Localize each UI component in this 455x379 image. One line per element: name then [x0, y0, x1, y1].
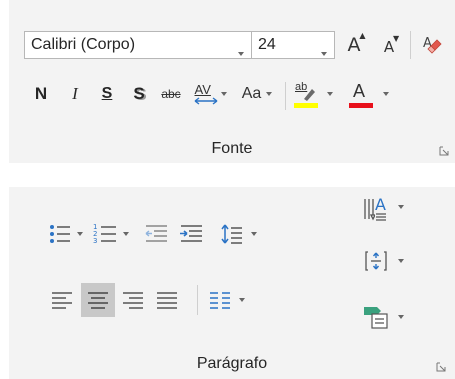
justify-button[interactable]: [152, 285, 182, 315]
text-direction-dropdown[interactable]: [394, 197, 408, 217]
text-shadow-button[interactable]: S: [126, 80, 152, 108]
highlight-color-dropdown[interactable]: [323, 80, 337, 108]
separator: [285, 82, 286, 110]
dialog-launcher-icon[interactable]: [436, 362, 446, 372]
bullets-dropdown[interactable]: [73, 220, 87, 248]
font-size-combobox[interactable]: 24: [251, 31, 335, 59]
font-group-label: Fonte: [211, 140, 253, 157]
numbered-list-icon: 1 2 3: [93, 223, 116, 245]
eraser-icon: A: [423, 36, 442, 54]
text-direction-button[interactable]: A: [361, 193, 391, 225]
shrink-font-button[interactable]: A ▼: [374, 30, 404, 60]
underline-icon: S: [101, 85, 113, 102]
dialog-launcher-icon[interactable]: [439, 146, 449, 156]
font-size-value: 24: [258, 36, 276, 53]
font-name-combobox[interactable]: Calibri (Corpo): [24, 31, 252, 59]
font-color-icon: A: [348, 81, 374, 109]
align-text-dropdown[interactable]: [394, 251, 408, 271]
highlighter-icon: ab: [293, 81, 319, 109]
columns-button[interactable]: [205, 285, 235, 315]
grow-font-icon: A ▲: [347, 31, 366, 56]
align-right-button[interactable]: [118, 285, 148, 315]
columns-icon: [210, 292, 230, 309]
shadow-icon: S: [133, 84, 145, 103]
font-color-button[interactable]: A: [345, 78, 377, 112]
line-spacing-button[interactable]: [217, 220, 247, 248]
numbering-dropdown[interactable]: [119, 220, 133, 248]
change-case-icon: Aa: [241, 85, 262, 102]
strikethrough-button[interactable]: abc: [155, 80, 187, 108]
line-spacing-dropdown[interactable]: [247, 220, 261, 248]
font-color-dropdown[interactable]: [379, 80, 393, 108]
line-spacing-icon: [221, 224, 242, 244]
paragraph-group: 1 2 3 A Parágrafo: [9, 187, 455, 379]
italic-button[interactable]: I: [63, 80, 87, 108]
smartart-dropdown[interactable]: [394, 307, 408, 327]
justify-icon: [157, 292, 177, 309]
strikethrough-icon: abc: [161, 87, 181, 101]
align-left-button[interactable]: [47, 285, 77, 315]
character-spacing-icon: AV: [194, 82, 218, 105]
character-spacing-button[interactable]: AV: [189, 80, 231, 108]
align-right-icon: [123, 292, 143, 309]
font-group: Calibri (Corpo) 24 A ▲ A ▼ A N I S S abc…: [9, 0, 455, 163]
bold-button[interactable]: N: [29, 80, 53, 108]
bullets-button[interactable]: [47, 220, 73, 248]
increase-indent-button[interactable]: [176, 220, 206, 248]
separator: [197, 285, 198, 315]
shrink-font-icon: A ▼: [383, 34, 400, 56]
clear-formatting-button[interactable]: A: [416, 30, 446, 60]
svg-text:3: 3: [93, 237, 97, 245]
align-text-icon: [365, 251, 387, 271]
underline-button[interactable]: S: [95, 80, 119, 108]
align-center-icon: [88, 292, 108, 309]
convert-to-smartart-button[interactable]: [361, 301, 391, 333]
italic-icon: I: [72, 84, 78, 103]
align-left-icon: [52, 292, 72, 309]
separator: [410, 31, 411, 59]
align-center-button[interactable]: [81, 283, 115, 317]
change-case-button[interactable]: Aa: [235, 80, 279, 108]
columns-dropdown[interactable]: [235, 285, 249, 315]
increase-indent-icon: [180, 225, 202, 242]
numbering-button[interactable]: 1 2 3: [91, 220, 119, 248]
decrease-indent-button[interactable]: [141, 220, 171, 248]
bullet-list-icon: [50, 225, 70, 243]
chevron-down-icon[interactable]: [238, 43, 244, 61]
decrease-indent-icon: [145, 225, 167, 242]
bold-icon: N: [34, 84, 48, 103]
align-text-button[interactable]: [361, 247, 391, 275]
chevron-down-icon[interactable]: [321, 43, 327, 61]
font-name-value: Calibri (Corpo): [31, 36, 136, 53]
highlight-color-button[interactable]: ab: [291, 78, 321, 112]
smartart-icon: [364, 307, 388, 329]
text-direction-icon: A: [363, 195, 389, 223]
grow-font-button[interactable]: A ▲: [339, 30, 369, 60]
paragraph-group-label: Parágrafo: [196, 355, 268, 372]
